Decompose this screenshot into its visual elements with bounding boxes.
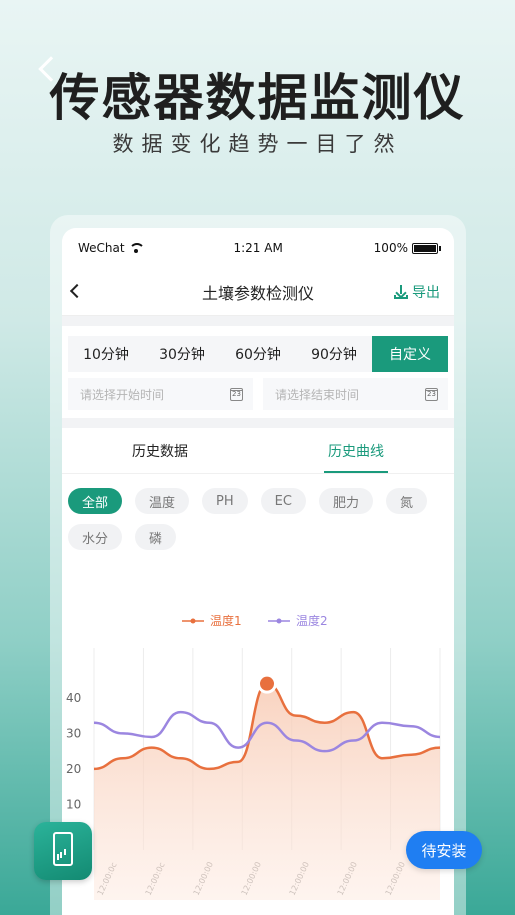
range-option[interactable]: 10分钟 (68, 336, 144, 372)
wifi-icon (128, 243, 145, 253)
start-time-field[interactable]: 请选择开始时间 23 (68, 378, 253, 410)
legend-label: 温度1 (210, 613, 242, 628)
chart-panel: 历史数据历史曲线 全部温度PHEC肥力氮水分磷 1020304012:00:0c… (62, 428, 454, 915)
tab[interactable]: 历史曲线 (258, 428, 454, 473)
nav-bar: 土壤参数检测仪 导出 (62, 268, 454, 316)
carrier-label: WeChat (78, 241, 125, 255)
filter-chips: 全部 温度 PH EC 肥力氮水分磷 (62, 474, 454, 550)
y-tick-label: 20 (66, 762, 81, 776)
range-option[interactable]: 60分钟 (220, 336, 296, 372)
install-button[interactable]: 待安装 (406, 831, 482, 869)
calendar-icon: 23 (230, 387, 243, 401)
series-area (94, 683, 440, 900)
download-icon (394, 284, 408, 299)
range-selector: 10分钟 30分钟 60分钟 90分钟 自定义 (68, 336, 448, 372)
highlight-point (260, 676, 274, 691)
calendar-icon: 23 (425, 387, 438, 401)
y-tick-label: 40 (66, 691, 81, 705)
end-time-field[interactable]: 请选择结束时间 23 (263, 378, 448, 410)
time-range-panel: 10分钟 30分钟 60分钟 90分钟 自定义 请选择开始时间 23 请选择结束时间 2… (62, 326, 454, 418)
range-option[interactable]: 自定义 (372, 336, 448, 372)
legend-label: 温度2 (296, 613, 328, 628)
legend-dot (276, 618, 282, 624)
filter-chip[interactable]: EC (260, 488, 306, 514)
export-label: 导出 (412, 284, 440, 301)
status-bar: WeChat 1:21 AM 100% (62, 228, 454, 268)
app-icon[interactable] (34, 822, 92, 880)
phone-chart-icon (53, 832, 73, 866)
y-tick-label: 10 (66, 797, 81, 811)
legend-dot (190, 618, 196, 624)
range-option[interactable]: 90分钟 (296, 336, 372, 372)
filter-chip[interactable]: 水分 (68, 524, 123, 550)
filter-chip[interactable]: 温度 (135, 488, 190, 514)
filter-chip[interactable]: 肥力 (318, 488, 373, 514)
end-time-placeholder: 请选择结束时间 (275, 387, 360, 402)
history-line-chart: 1020304012:00:0c12:00:0c12:00:0012:00:00… (66, 613, 441, 900)
filter-chip[interactable]: PH (202, 488, 248, 514)
nav-back-icon[interactable] (69, 283, 85, 299)
hero-title: 传感器数据监测仪 (49, 69, 466, 127)
filter-chip[interactable]: 全部 (68, 488, 123, 514)
phone-screen: WeChat 1:21 AM 100% 土壤参数检测仪 导出 10分钟 30分钟 6… (62, 228, 454, 915)
export-button[interactable]: 导出 (394, 282, 440, 302)
filter-chip[interactable]: 磷 (135, 524, 177, 550)
filter-chip[interactable]: 氮 (385, 488, 427, 514)
start-time-placeholder: 请选择开始时间 (80, 387, 165, 402)
page-title: 土壤参数检测仪 (201, 283, 314, 303)
tab-bar: 历史数据 历史曲线 (62, 428, 454, 474)
hero-subtitle: 数据变化趋势一目了然 (112, 132, 403, 156)
battery-icon (411, 242, 441, 254)
status-time: 1:21 AM (233, 241, 283, 255)
y-tick-label: 30 (66, 726, 81, 740)
tab[interactable]: 历史数据 (62, 428, 258, 473)
range-option[interactable]: 30分钟 (144, 336, 220, 372)
battery-percent: 100% (373, 241, 408, 255)
